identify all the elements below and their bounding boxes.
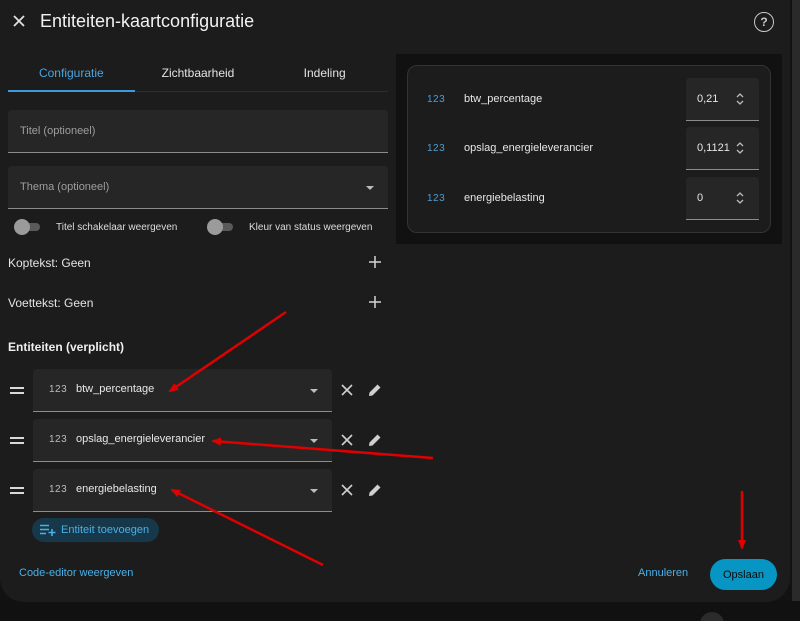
number-icon: 123: [427, 94, 446, 105]
entities-section-title: Entiteiten (verplicht): [8, 340, 125, 354]
plus-icon: [369, 256, 381, 268]
add-footer-button[interactable]: [366, 292, 384, 312]
entity-select[interactable]: 123 btw_percentage: [33, 369, 332, 412]
header-row[interactable]: Koptekst: Geen: [8, 252, 388, 276]
footer-row[interactable]: Voettekst: Geen: [8, 292, 388, 316]
entity-select[interactable]: 123 energiebelasting: [33, 469, 332, 512]
tab-zichtbaarheid[interactable]: Zichtbaarheid: [135, 54, 262, 91]
entity-name: btw_percentage: [76, 383, 155, 395]
add-header-button[interactable]: [366, 252, 384, 272]
number-icon: 123: [427, 193, 446, 204]
edit-icon: [369, 384, 381, 396]
remove-icon: [341, 384, 353, 396]
code-editor-button[interactable]: Code-editor weergeven: [19, 567, 133, 579]
preview-entity-name: btw_percentage: [464, 93, 543, 105]
backdrop-scroll-edge: [792, 0, 800, 621]
chevron-down-icon: [310, 439, 318, 443]
remove-entity-button[interactable]: [338, 431, 356, 449]
card-preview-area: 123 btw_percentage 0,21 123 opslag_energ…: [396, 54, 782, 244]
preview-row: 123 energiebelasting 0: [408, 177, 772, 221]
edit-icon: [369, 484, 381, 496]
help-button[interactable]: ?: [754, 12, 774, 32]
dialog-header: Entiteiten-kaartconfiguratie ?: [0, 0, 790, 44]
backdrop-bottom: [0, 601, 800, 621]
add-entity-label: Entiteit toevoegen: [61, 524, 150, 536]
edit-entity-button[interactable]: [366, 381, 384, 399]
title-field-label: Titel (optioneel): [20, 125, 96, 137]
number-input[interactable]: 0: [686, 177, 759, 220]
number-icon: 123: [427, 143, 446, 154]
header-label: Koptekst: Geen: [8, 256, 91, 270]
entity-row: 123 btw_percentage: [0, 369, 390, 413]
remove-icon: [341, 484, 353, 496]
preview-entity-name: energiebelasting: [464, 192, 545, 204]
switch-thumb: [207, 219, 223, 235]
status-color-switch[interactable]: [205, 219, 233, 235]
close-icon: [13, 15, 25, 27]
footer-label: Voettekst: Geen: [8, 296, 94, 310]
dialog-title: Entiteiten-kaartconfiguratie: [40, 11, 255, 31]
status-color-label: Kleur van status weergeven: [249, 221, 373, 233]
entity-row: 123 opslag_energieleverancier: [0, 419, 390, 463]
spinner-icon: [736, 142, 744, 154]
entity-name: energiebelasting: [76, 483, 157, 495]
tab-indeling[interactable]: Indeling: [261, 54, 388, 91]
switch-thumb: [14, 219, 30, 235]
chevron-down-icon: [310, 389, 318, 393]
drag-handle-icon[interactable]: [10, 437, 24, 445]
theme-select-label: Thema (optioneel): [20, 181, 110, 193]
chevron-down-icon: [310, 489, 318, 493]
number-icon: 123: [49, 434, 68, 445]
toggle-title-row: Titel schakelaar weergeven: [12, 219, 177, 235]
card-config-dialog: Entiteiten-kaartconfiguratie ? Configura…: [0, 0, 790, 602]
number-input[interactable]: 0,1121: [686, 127, 759, 170]
tab-configuratie[interactable]: Configuratie: [8, 54, 135, 92]
number-input[interactable]: 0,21: [686, 78, 759, 121]
add-entity-button[interactable]: Entiteit toevoegen: [32, 518, 159, 542]
drag-handle-icon[interactable]: [10, 487, 24, 495]
theme-select[interactable]: Thema (optioneel): [8, 166, 388, 209]
entities-card-preview: 123 btw_percentage 0,21 123 opslag_energ…: [407, 65, 771, 233]
number-input-value: 0,21: [697, 93, 719, 105]
status-color-row: Kleur van status weergeven: [205, 219, 372, 235]
help-icon: ?: [760, 15, 768, 29]
number-input-value: 0,1121: [697, 142, 730, 154]
toggle-title-switch[interactable]: [12, 219, 40, 235]
drag-handle-icon[interactable]: [10, 387, 24, 395]
title-field[interactable]: Titel (optioneel): [8, 110, 388, 153]
spinner-icon: [736, 93, 744, 105]
entity-select[interactable]: 123 opslag_energieleverancier: [33, 419, 332, 462]
remove-icon: [341, 434, 353, 446]
remove-entity-button[interactable]: [338, 381, 356, 399]
entity-row: 123 energiebelasting: [0, 469, 390, 513]
preview-row: 123 btw_percentage 0,21: [408, 78, 772, 122]
preview-entity-name: opslag_energieleverancier: [464, 142, 594, 154]
edit-entity-button[interactable]: [366, 431, 384, 449]
plus-icon: [369, 296, 381, 308]
remove-entity-button[interactable]: [338, 481, 356, 499]
spinner-icon: [736, 192, 744, 204]
close-button[interactable]: [6, 8, 32, 34]
chevron-down-icon: [366, 186, 374, 190]
edit-icon: [369, 434, 381, 446]
tab-bar: Configuratie Zichtbaarheid Indeling: [8, 54, 388, 92]
number-icon: 123: [49, 484, 68, 495]
number-icon: 123: [49, 384, 68, 395]
preview-row: 123 opslag_energieleverancier 0,1121: [408, 127, 772, 171]
cancel-button[interactable]: Annuleren: [638, 567, 688, 579]
entity-name: opslag_energieleverancier: [76, 433, 206, 445]
edit-entity-button[interactable]: [366, 481, 384, 499]
toggle-title-label: Titel schakelaar weergeven: [56, 221, 178, 233]
save-button[interactable]: Opslaan: [710, 559, 777, 590]
add-list-icon: [40, 524, 56, 536]
number-input-value: 0: [697, 192, 704, 204]
